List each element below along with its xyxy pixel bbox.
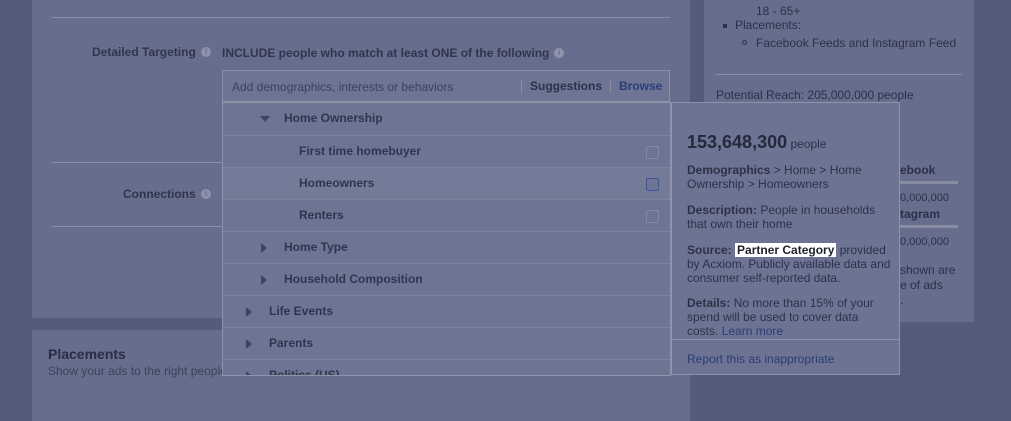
checkbox[interactable] [646, 146, 659, 159]
tree-item-household-composition[interactable]: Household Composition [223, 263, 670, 295]
tree-item-label: Homeowners [299, 176, 375, 190]
placements-summary-value: Facebook Feeds and Instagram Feed [756, 36, 957, 50]
checkbox[interactable] [646, 210, 659, 223]
tree-item-label: Household Composition [284, 272, 423, 286]
summary-fragment: e of ads [900, 278, 943, 292]
placements-subtitle: Show your ads to the right people [48, 364, 222, 378]
details-label: Details: [687, 296, 731, 310]
checkbox[interactable] [646, 178, 659, 191]
summary-fragment: shown are [900, 263, 956, 277]
tree-item-life-events[interactable]: Life Events [223, 295, 670, 327]
detailed-targeting-label: Detailed Targeting [92, 45, 196, 59]
summary-fragment: 0,000,000 [900, 192, 949, 204]
tree-item-label: Life Events [269, 304, 334, 318]
suggestions-button[interactable]: Suggestions [530, 79, 602, 93]
reach-bar [900, 225, 958, 228]
source-label: Source: [687, 243, 732, 257]
report-link[interactable]: Report this as inappropriate [687, 352, 834, 366]
summary-fragment: . [900, 293, 904, 307]
search-input[interactable]: Add demographics, interests or behaviors [232, 80, 453, 94]
learn-more-link[interactable]: Learn more [722, 324, 783, 338]
tree-item-home-ownership[interactable]: Home Ownership [223, 103, 670, 135]
tree-item-label: Parents [269, 336, 314, 350]
browse-dropdown[interactable]: Home Ownership First time homebuyer Home… [222, 102, 671, 376]
demographics-path: Demographics > Home > Home Ownership > H… [687, 163, 887, 191]
caret-down-icon[interactable] [260, 116, 270, 122]
tree-item-label: Politics (US) [269, 368, 340, 376]
tree-item-renters[interactable]: Renters [223, 199, 670, 231]
circle-bullet-icon [742, 40, 747, 45]
tree-item-label: First time homebuyer [299, 144, 422, 158]
audience-count: 153,648,300 people [687, 132, 827, 153]
source-highlight: Partner Category [735, 243, 837, 257]
separator [610, 79, 611, 93]
demographics-label: Demographics [687, 163, 771, 177]
caret-right-icon[interactable] [261, 275, 267, 285]
description-label: Description: [687, 203, 758, 217]
details: Details: No more than 15% of your spend … [687, 296, 887, 338]
placements-summary-label: Placements: [735, 18, 802, 32]
caret-right-icon[interactable] [261, 243, 267, 253]
caret-right-icon[interactable] [246, 371, 252, 375]
tree-item-label: Home Ownership [284, 111, 383, 125]
tree-item-label: Renters [299, 208, 344, 222]
info-icon[interactable]: i [554, 48, 564, 58]
caret-right-icon[interactable] [246, 307, 252, 317]
targeting-detail-card: 153,648,300 people Demographics > Home >… [671, 102, 900, 375]
source: Source: Partner Category provided by Acx… [687, 243, 892, 285]
tree-item-label: Home Type [284, 240, 348, 254]
tree-item-parents[interactable]: Parents [223, 327, 670, 359]
description: Description: People in households that o… [687, 203, 887, 231]
reach-bar [900, 181, 958, 184]
bullet-icon [723, 24, 727, 28]
potential-reach: Potential Reach: 205,000,000 people [716, 88, 914, 102]
divider [672, 339, 899, 340]
placements-title: Placements [48, 346, 126, 362]
age-range: 18 - 65+ [756, 4, 801, 18]
connections-label: Connections [123, 187, 196, 201]
summary-fragment: ebook [900, 163, 936, 177]
audience-count-value: 153,648,300 [687, 132, 788, 152]
tree-item-first-time-homebuyer[interactable]: First time homebuyer [223, 135, 670, 167]
summary-fragment: tagram [900, 207, 941, 221]
browse-button[interactable]: Browse [619, 79, 662, 93]
info-icon[interactable]: i [201, 189, 211, 199]
tree-item-homeowners[interactable]: Homeowners [223, 167, 670, 199]
tree-item-home-type[interactable]: Home Type [223, 231, 670, 263]
separator [521, 79, 522, 93]
include-text: INCLUDE people who match at least ONE of… [222, 46, 550, 60]
targeting-search-box[interactable]: Add demographics, interests or behaviors… [222, 70, 670, 102]
divider [716, 74, 962, 75]
summary-fragment: 0,000,000 [900, 236, 949, 248]
info-icon[interactable]: i [201, 47, 211, 57]
audience-count-unit: people [790, 137, 827, 151]
caret-right-icon[interactable] [246, 339, 252, 349]
divider [52, 17, 670, 18]
divider [52, 162, 222, 163]
tree-item-politics[interactable]: Politics (US) [223, 359, 670, 376]
divider [52, 226, 222, 227]
